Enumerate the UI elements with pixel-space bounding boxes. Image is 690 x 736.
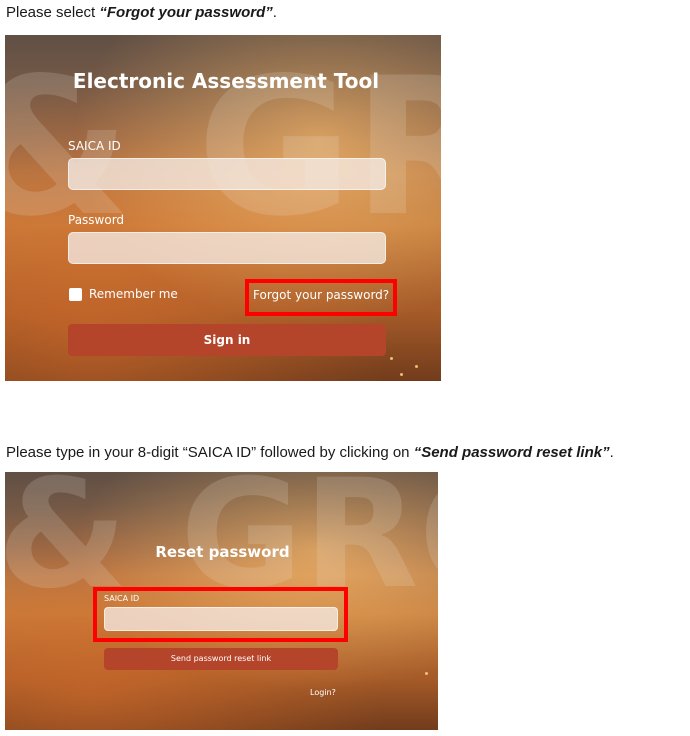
password-field[interactable]: [68, 232, 386, 264]
decorative-spark: [425, 672, 428, 675]
reset-password-screenshot: & GRO Reset password SAICA ID Send passw…: [5, 472, 438, 730]
send-password-reset-link-button[interactable]: Send password reset link: [104, 648, 338, 670]
instruction-step-2-suffix: .: [609, 444, 614, 461]
instruction-step-2-emphasis: “Send password reset link”: [413, 444, 610, 461]
saica-id-field[interactable]: [104, 607, 338, 631]
decorative-spark: [400, 373, 403, 376]
highlight-box: [245, 279, 397, 316]
page-title: Electronic Assessment Tool: [72, 69, 380, 93]
remember-me-label: Remember me: [89, 287, 178, 301]
decorative-spark: [415, 365, 418, 368]
decorative-spark: [390, 357, 393, 360]
saica-id-label: SAICA ID: [104, 594, 140, 603]
instruction-step-1-prefix: Please select: [6, 4, 100, 21]
instruction-step-1: Please select “Forgot your password”.: [6, 4, 277, 21]
instruction-step-1-suffix: .: [272, 4, 277, 21]
instruction-step-2-prefix: Please type in your 8-digit “SAICA ID” f…: [6, 444, 414, 461]
saica-id-label: SAICA ID: [68, 139, 121, 153]
instruction-step-1-emphasis: “Forgot your password”: [99, 4, 273, 21]
login-link[interactable]: Login?: [310, 688, 336, 697]
login-screenshot: & GR Electronic Assessment Tool SAICA ID…: [5, 35, 441, 381]
remember-me-checkbox[interactable]: [69, 288, 82, 301]
page-title: Reset password: [155, 543, 290, 561]
password-label: Password: [68, 213, 125, 227]
instruction-step-2: Please type in your 8-digit “SAICA ID” f…: [6, 444, 614, 461]
saica-id-field[interactable]: [68, 158, 386, 190]
sign-in-button[interactable]: Sign in: [68, 324, 386, 356]
